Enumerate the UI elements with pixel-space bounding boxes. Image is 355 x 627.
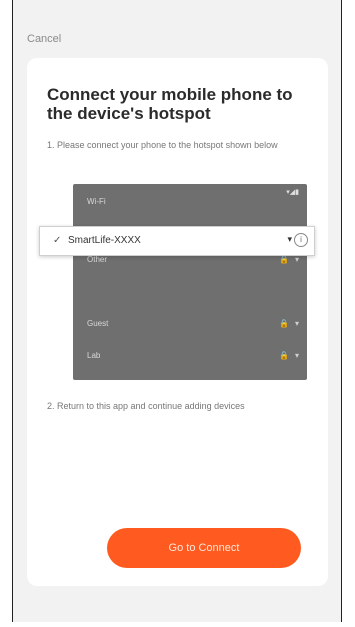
lock-icon: 🔒 [279,351,289,360]
phone-wifi-illustration: ▾◢▮ Wi-Fi ▾ Other 🔒 ▾ Guest 🔒 ▾ Lab 🔒 [73,184,307,380]
wifi-list-row: Wi-Fi [87,197,106,206]
page-title: Connect your mobile phone to the device'… [47,85,293,123]
lock-icon: 🔒 [279,255,289,264]
wifi-signal-icon: ▾ [294,319,299,328]
step-1-text: 1. Please connect your phone to the hots… [47,140,278,150]
highlighted-hotspot-row: ✓ SmartLife-XXXX ▾ i [39,226,315,256]
app-frame: Cancel Connect your mobile phone to the … [12,0,342,622]
check-icon: ✓ [53,235,62,246]
hotspot-ssid: SmartLife-XXXX [68,235,141,246]
instruction-card: Connect your mobile phone to the device'… [27,58,328,586]
cancel-button[interactable]: Cancel [27,33,61,45]
info-icon: i [294,233,308,247]
top-bar: Cancel [13,0,341,46]
wifi-signal-icon: ▾ [294,351,299,360]
wifi-list-row: Lab 🔒 ▾ [87,351,299,360]
wifi-signal-icon: ▾ [287,234,292,244]
lock-icon: 🔒 [279,319,289,328]
wifi-signal-icon: ▾ [294,255,299,264]
wifi-list-row: Guest 🔒 ▾ [87,319,299,328]
go-to-connect-button[interactable]: Go to Connect [107,528,301,568]
step-2-text: 2. Return to this app and continue addin… [47,401,245,411]
